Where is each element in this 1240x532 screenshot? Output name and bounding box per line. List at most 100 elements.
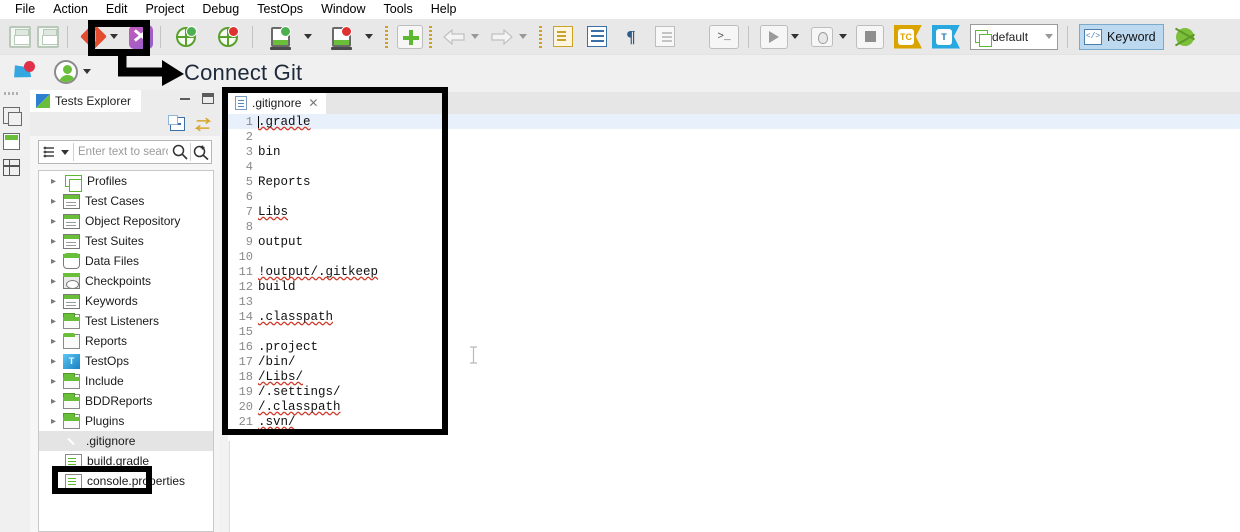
- editor-line[interactable]: 4: [228, 159, 1240, 174]
- editor-line[interactable]: 12 build: [228, 279, 1240, 294]
- console-button[interactable]: >_: [709, 23, 739, 51]
- editor-line[interactable]: 2: [228, 129, 1240, 144]
- menu-item-testops[interactable]: TestOps: [248, 0, 312, 19]
- menu-item-edit[interactable]: Edit: [97, 0, 137, 19]
- profile-selector[interactable]: default: [970, 23, 1058, 50]
- profile-dropdown-caret[interactable]: [1045, 34, 1053, 39]
- chevron-right-icon[interactable]: ▸: [49, 416, 58, 427]
- paragraph-button[interactable]: ¶: [617, 23, 645, 51]
- web-record-button[interactable]: [172, 23, 200, 51]
- chevron-right-icon[interactable]: ▸: [49, 356, 58, 367]
- editor-line[interactable]: 15: [228, 324, 1240, 339]
- chevron-right-icon[interactable]: ▸: [49, 396, 58, 407]
- mobile-record-dropdown-caret[interactable]: [304, 34, 312, 39]
- tree-item-build-gradle[interactable]: ▸ build.gradle: [39, 451, 213, 471]
- forward-dropdown-caret[interactable]: [519, 34, 527, 39]
- chevron-right-icon[interactable]: ▸: [49, 276, 58, 287]
- run-dropdown-caret[interactable]: [791, 34, 799, 39]
- editor-line[interactable]: 14 .classpath: [228, 309, 1240, 324]
- tree-item-test-listeners[interactable]: ▸ Test Listeners: [39, 311, 213, 331]
- toolbar-drag-handle[interactable]: [385, 25, 388, 48]
- minimize-icon[interactable]: [180, 97, 190, 100]
- debug-green-button[interactable]: [1171, 23, 1199, 51]
- tree-item-checkpoints[interactable]: ▸ Checkpoints: [39, 271, 213, 291]
- testops-toolbar-button[interactable]: T: [932, 23, 960, 51]
- menu-item-tools[interactable]: Tools: [375, 0, 422, 19]
- editor-line[interactable]: 13: [228, 294, 1240, 309]
- tree-item-include[interactable]: ▸ Include: [39, 371, 213, 391]
- toolbar-drag-handle[interactable]: [429, 25, 432, 48]
- tree-item-keywords[interactable]: ▸ Keywords: [39, 291, 213, 311]
- tree-item-testops[interactable]: ▸ TestOps: [39, 351, 213, 371]
- chevron-right-icon[interactable]: ▸: [49, 216, 58, 227]
- editor-line[interactable]: 16 .project: [228, 339, 1240, 354]
- tree-item-profiles[interactable]: ▸ Profiles: [39, 171, 213, 192]
- tree-item-data-files[interactable]: ▸ Data Files: [39, 251, 213, 271]
- grid-icon[interactable]: [2, 159, 20, 176]
- search-input[interactable]: [74, 145, 170, 159]
- back-dropdown-caret[interactable]: [471, 34, 479, 39]
- collapse-all-icon[interactable]: [168, 115, 185, 131]
- menu-item-help[interactable]: Help: [422, 0, 466, 19]
- menu-item-action[interactable]: Action: [44, 0, 97, 19]
- account-dropdown-caret[interactable]: [83, 69, 91, 74]
- tree-item-test-cases[interactable]: ▸ Test Cases: [39, 191, 213, 211]
- filter-icon[interactable]: [39, 146, 61, 159]
- import-button[interactable]: [549, 23, 577, 51]
- magnifier-plus-icon[interactable]: [191, 144, 211, 160]
- menu-item-project[interactable]: Project: [136, 0, 193, 19]
- new-item-button[interactable]: [396, 23, 424, 51]
- git-button[interactable]: [79, 23, 107, 51]
- filter-dropdown-caret[interactable]: [61, 149, 69, 155]
- mobile-record-button[interactable]: [266, 23, 294, 51]
- chevron-right-icon[interactable]: ▸: [49, 296, 58, 307]
- close-icon[interactable]: ✕: [308, 97, 318, 109]
- testcomplete-button[interactable]: TC: [894, 23, 922, 51]
- editor-line[interactable]: 11 !output/.gitkeep: [228, 264, 1240, 279]
- mobile-spy-dropdown-caret[interactable]: [365, 34, 373, 39]
- web-spy-button[interactable]: [214, 23, 242, 51]
- tree-item-console-properties[interactable]: ▸ console.properties: [39, 471, 213, 491]
- save-button[interactable]: [6, 23, 34, 51]
- save-all-button[interactable]: [34, 23, 62, 51]
- editor-line[interactable]: 17/bin/: [228, 354, 1240, 369]
- outline-button[interactable]: [651, 23, 679, 51]
- editor-line[interactable]: 6: [228, 189, 1240, 204]
- chevron-right-icon[interactable]: ▸: [49, 196, 58, 207]
- editor-line[interactable]: 19 /.settings/: [228, 384, 1240, 399]
- editor-content[interactable]: 1 .gradle 2 3 bin 4 5 Reports 6 7 Libs 8 9 ou…: [228, 114, 1240, 532]
- properties-button[interactable]: [583, 23, 611, 51]
- editor-line[interactable]: 5 Reports: [228, 174, 1240, 189]
- keyword-button[interactable]: </> Keyword: [1079, 23, 1164, 50]
- editor-line[interactable]: 9 output: [228, 234, 1240, 249]
- menu-item-file[interactable]: File: [6, 0, 44, 19]
- tree-scrollbar[interactable]: [213, 170, 220, 532]
- tree-item-plugins[interactable]: ▸ Plugins: [39, 411, 213, 431]
- chevron-right-icon[interactable]: ▸: [49, 336, 58, 347]
- editor-line[interactable]: 1 .gradle: [228, 114, 1240, 129]
- tree-item-test-suites[interactable]: ▸ Test Suites: [39, 231, 213, 251]
- chevron-right-icon[interactable]: ▸: [49, 316, 58, 327]
- editor-line[interactable]: 18/Libs/: [228, 369, 1240, 384]
- rail-grip[interactable]: [4, 92, 18, 95]
- debug-button[interactable]: [808, 23, 836, 51]
- git-dropdown-caret[interactable]: [110, 34, 118, 39]
- editor-line[interactable]: 8: [228, 219, 1240, 234]
- magnifier-icon[interactable]: [170, 144, 190, 160]
- explorer-icon[interactable]: [2, 133, 20, 150]
- tree-item-object-repository[interactable]: ▸ Object Repository: [39, 211, 213, 231]
- back-button[interactable]: [440, 23, 468, 51]
- chevron-right-icon[interactable]: ▸: [49, 376, 58, 387]
- menu-item-window[interactable]: Window: [312, 0, 374, 19]
- maximize-icon[interactable]: [202, 93, 214, 104]
- run-button[interactable]: [760, 23, 788, 51]
- stop-button[interactable]: [856, 23, 884, 51]
- katalon-recorder-button[interactable]: [127, 23, 155, 51]
- menu-item-debug[interactable]: Debug: [193, 0, 248, 19]
- editor-line[interactable]: 10: [228, 249, 1240, 264]
- chevron-right-icon[interactable]: ▸: [49, 176, 58, 187]
- mobile-spy-button[interactable]: [327, 23, 355, 51]
- editor-line[interactable]: 20 /.classpath: [228, 399, 1240, 414]
- window-restore-icon[interactable]: [2, 107, 22, 126]
- link-with-editor-icon[interactable]: [194, 117, 212, 132]
